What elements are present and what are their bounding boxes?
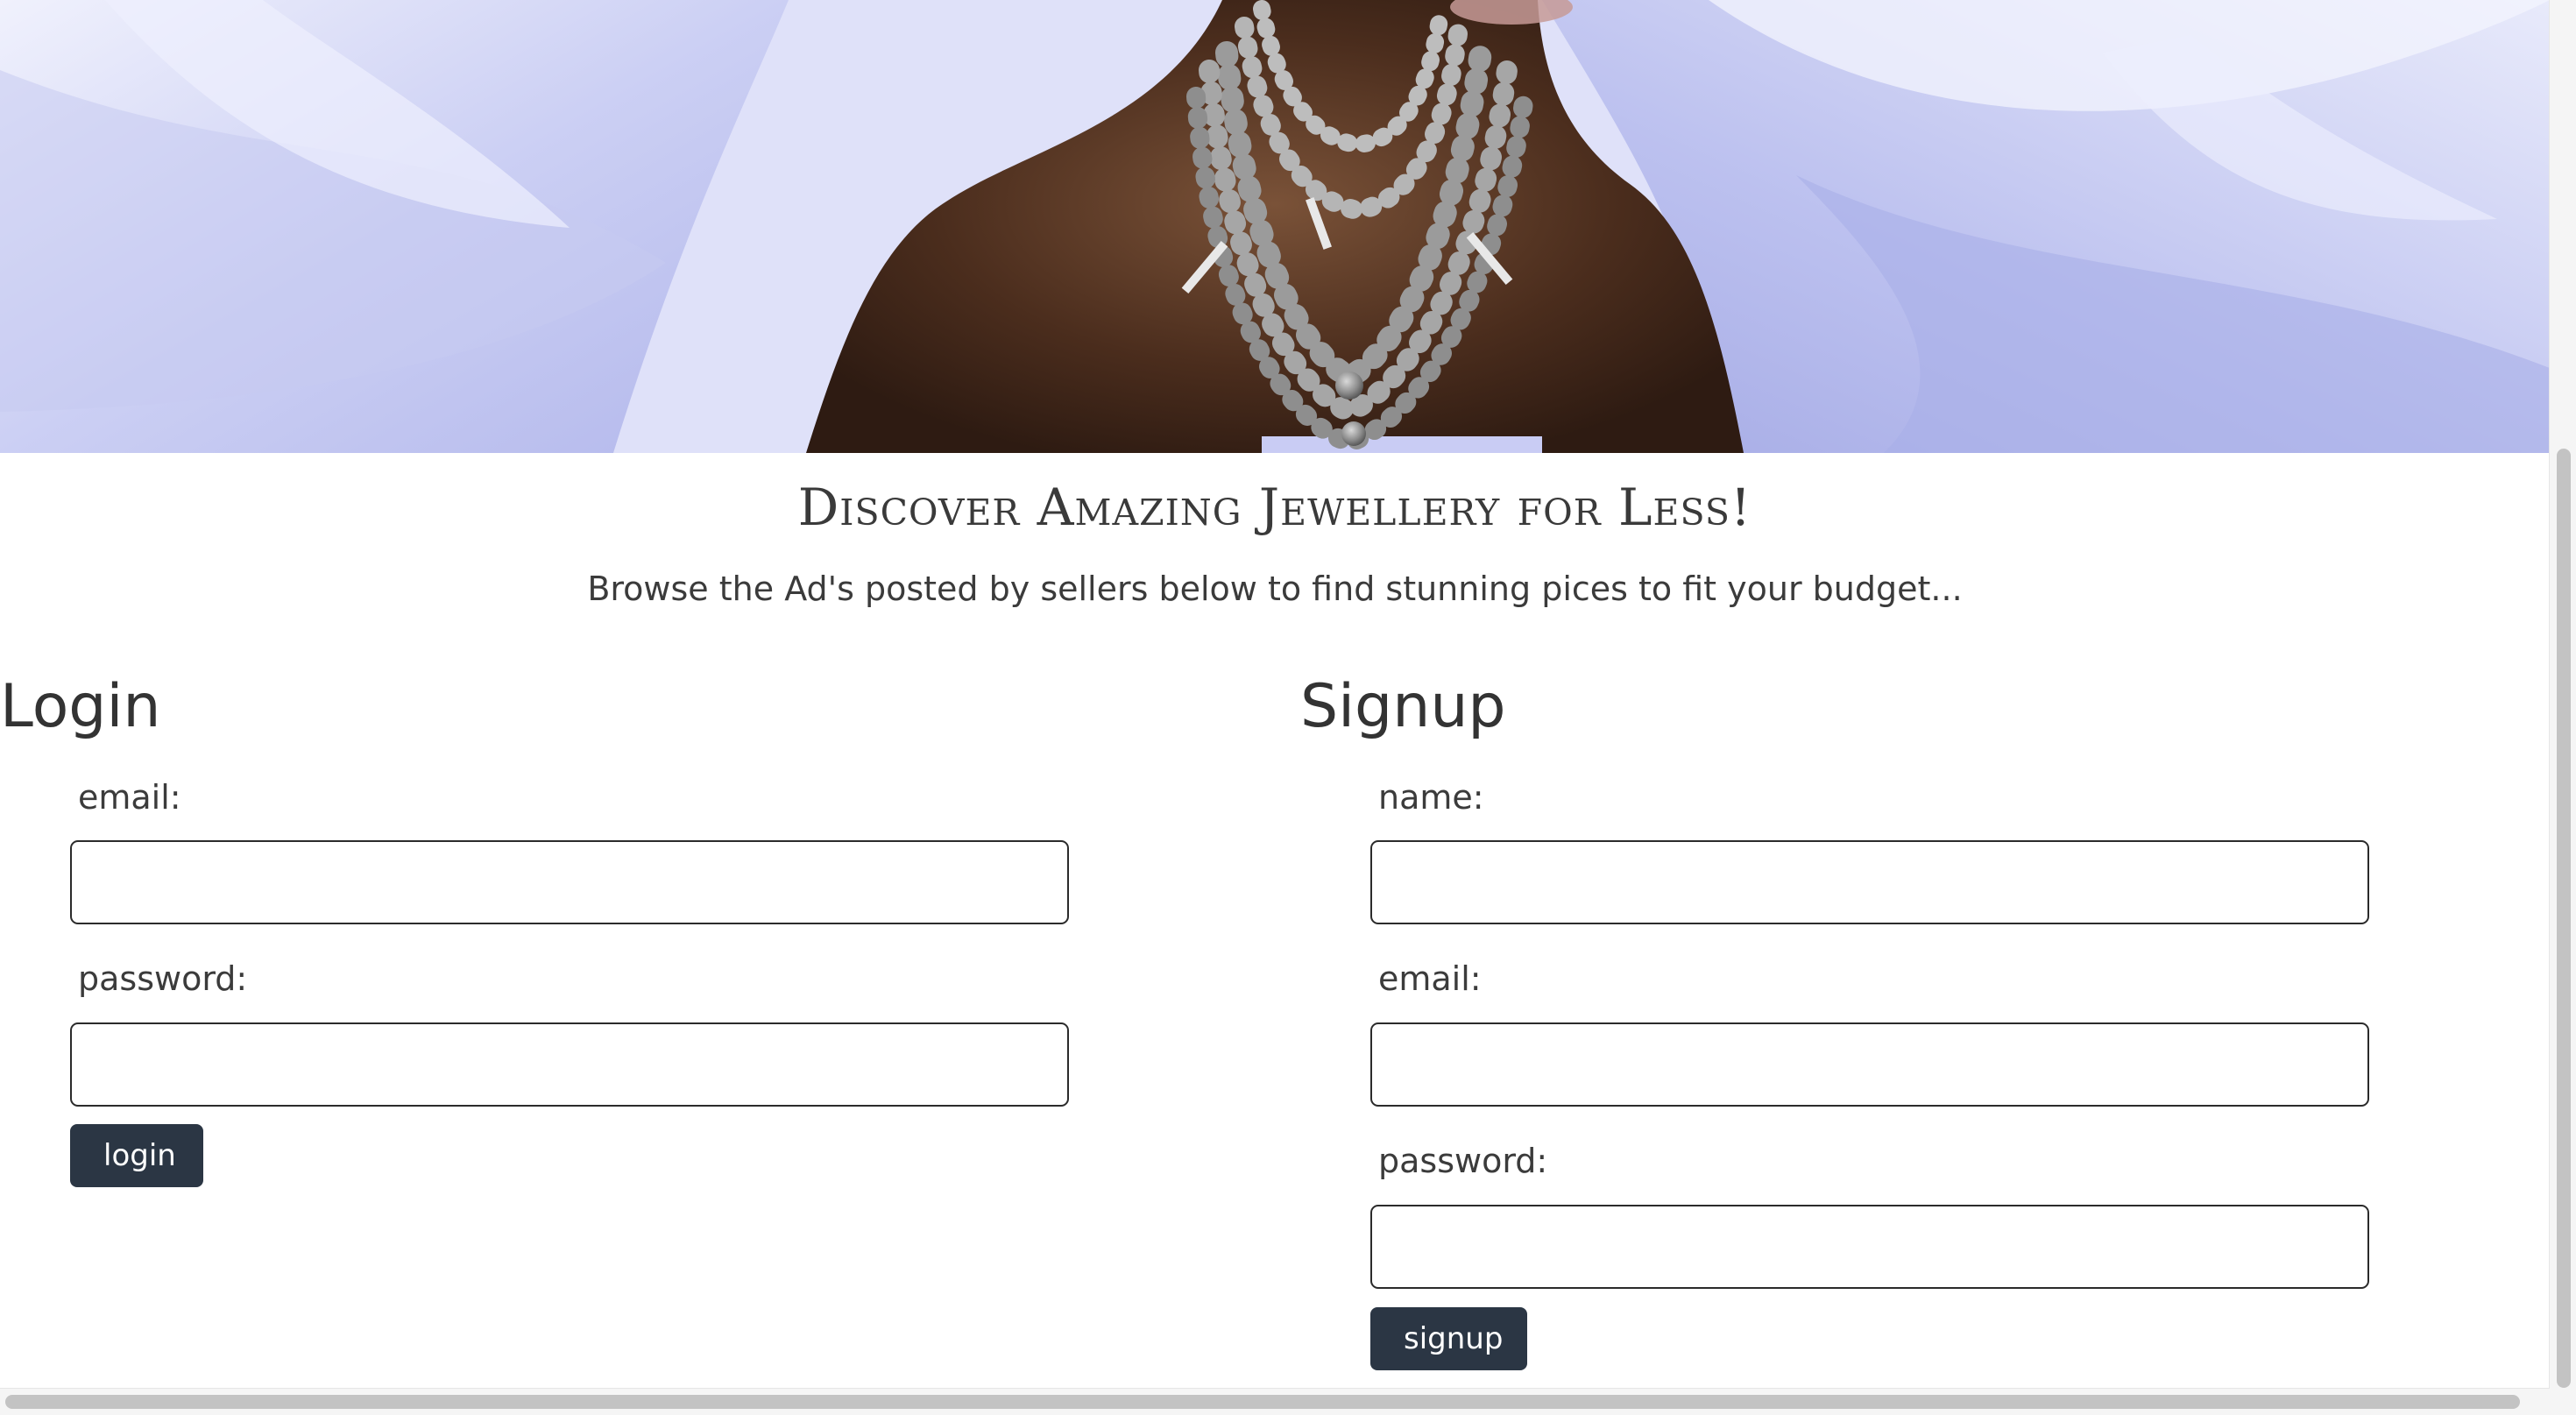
login-email-input[interactable] xyxy=(70,840,1069,924)
signup-password-input[interactable] xyxy=(1370,1205,2369,1289)
login-password-label: password: xyxy=(78,959,248,998)
horizontal-scrollbar-thumb[interactable] xyxy=(5,1395,2520,1409)
login-email-label: email: xyxy=(78,778,181,817)
hero-banner-image xyxy=(0,0,2550,453)
login-button[interactable]: login xyxy=(70,1124,203,1187)
signup-button[interactable]: signup xyxy=(1370,1307,1527,1370)
signup-title: Signup xyxy=(1300,672,1506,741)
signup-name-input[interactable] xyxy=(1370,840,2369,924)
signup-name-label: name: xyxy=(1378,778,1484,817)
login-password-input[interactable] xyxy=(70,1022,1069,1107)
vertical-scrollbar-thumb[interactable] xyxy=(2557,449,2571,1388)
signup-email-label: email: xyxy=(1378,959,1482,998)
signup-password-label: password: xyxy=(1378,1142,1548,1180)
vertical-scrollbar[interactable] xyxy=(2549,0,2576,1415)
horizontal-scrollbar[interactable] xyxy=(0,1388,2550,1415)
page-headline: Discover Amazing Jewellery for Less! xyxy=(797,478,1752,537)
page: Discover Amazing Jewellery for Less! Bro… xyxy=(0,0,2576,1415)
page-subheadline: Browse the Ad's posted by sellers below … xyxy=(587,570,1963,608)
login-title: Login xyxy=(0,672,161,741)
signup-email-input[interactable] xyxy=(1370,1022,2369,1107)
